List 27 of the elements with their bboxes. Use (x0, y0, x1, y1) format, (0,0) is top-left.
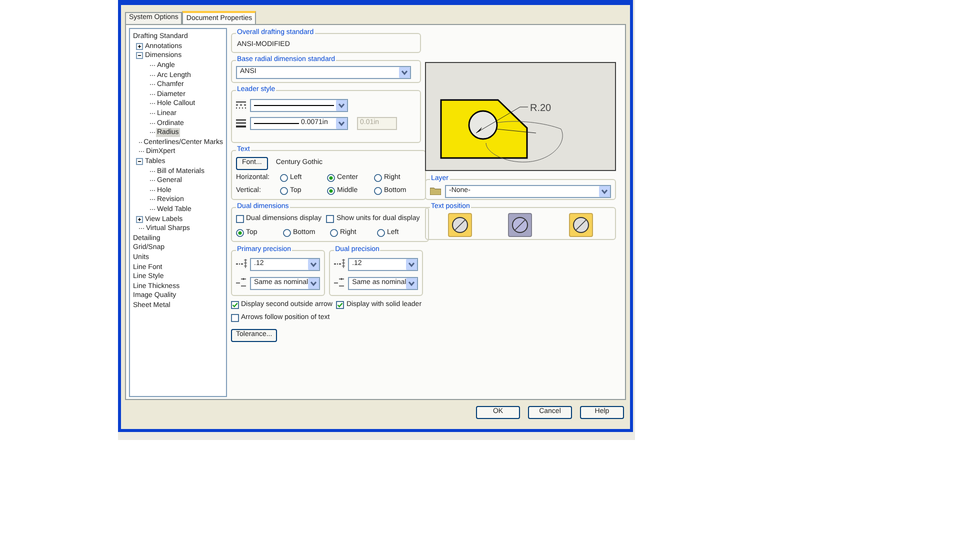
checkbox-icon[interactable] (231, 314, 239, 322)
collapse-icon[interactable] (136, 158, 143, 166)
radio-icon[interactable] (377, 229, 385, 238)
expand-icon[interactable] (136, 42, 143, 50)
expand-icon[interactable] (136, 216, 143, 223)
solid-line-icon (254, 122, 299, 124)
radio-icon[interactable] (330, 229, 338, 238)
tolerance-precision-icon (334, 278, 346, 288)
folder-icon (430, 187, 441, 195)
checkbox-icon[interactable] (236, 214, 244, 223)
tolerance-precision-icon (236, 278, 247, 288)
radio-icon[interactable] (283, 229, 291, 238)
radio-icon[interactable] (236, 229, 244, 238)
checkbox-icon[interactable] (231, 301, 239, 310)
solid-line-icon (254, 104, 334, 106)
dropdown[interactable] (250, 98, 348, 112)
line-thickness-icon (236, 118, 246, 128)
checkbox-icon[interactable] (326, 214, 334, 223)
text-position-button[interactable] (568, 212, 593, 236)
line-style-icon (236, 100, 246, 110)
dimension-label: R.20 (530, 103, 552, 114)
precision-icon (334, 259, 346, 269)
text-position-button[interactable] (448, 212, 472, 236)
collapse-icon[interactable] (136, 52, 143, 60)
text-position-button[interactable] (508, 212, 532, 236)
checkbox-icon[interactable] (336, 301, 344, 310)
precision-icon (236, 259, 247, 269)
